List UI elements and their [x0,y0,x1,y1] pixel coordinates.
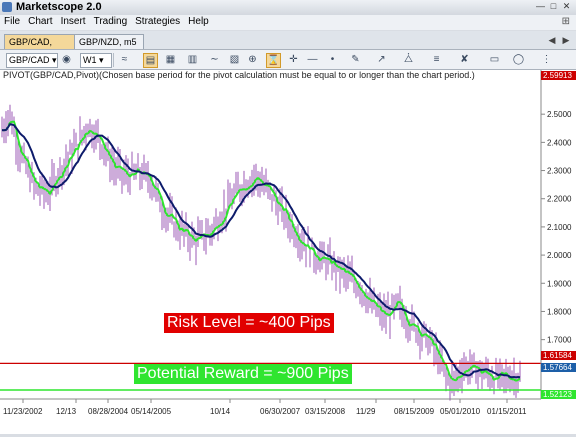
more-icon[interactable]: ⋮ [540,53,553,66]
reward-price-marker: 1.52123 [541,390,576,399]
time-tick-label: 12/13 [56,407,77,416]
current-price-marker: 1.57664 [541,363,576,372]
time-tick-label: 05/01/2010 [440,407,481,416]
time-tick-label: 08/15/2009 [394,407,435,416]
indicator-icon[interactable]: ≈ [118,53,131,66]
template-icon[interactable]: ▥ [186,53,199,66]
menu-trading[interactable]: Trading [90,15,132,27]
pencil-icon[interactable]: ✎ [349,53,362,66]
crosshair-icon[interactable]: ✛ [287,53,300,66]
line-tool-icon[interactable]: ∼ [208,53,221,66]
symbol-value: GBP/CAD [9,55,50,65]
price-tick-label: 1.7000 [547,336,572,345]
time-tick-label: 08/28/2004 [88,407,129,416]
menu-chart[interactable]: Chart [24,15,56,27]
fibonacci-icon[interactable]: ≡ [430,53,443,66]
chart-tab-bar: GBP/CAD, W1✕ GBP/NZD, m5 ◀ ▶ [0,31,576,61]
pivot-indicator-text: PIVOT(GBP/CAD,Pivot)(Chosen base period … [3,70,475,80]
risk-level-annotation: Risk Level = ~400 Pips [164,313,334,333]
price-tick-label: 2.1000 [547,223,572,232]
time-tick-label: 05/14/2005 [131,407,172,416]
symbol-select[interactable]: GBP/CAD ▾ [6,53,58,68]
minimize-icon[interactable]: — [535,1,546,12]
menu-insert[interactable]: Insert [57,15,90,27]
tab-scroll-right-icon[interactable]: ▶ [560,35,572,47]
time-tick-label: 11/23/2002 [3,407,43,416]
tab-gbp-nzd[interactable]: GBP/NZD, m5 [74,34,144,49]
cross-tool-icon[interactable]: ✘ [458,53,471,66]
chart-type-icon[interactable]: ◉ [60,53,73,66]
arrow-icon[interactable]: ↗ [375,53,388,66]
close-icon[interactable]: ✕ [561,1,572,12]
app-icon [2,2,12,12]
channel-icon[interactable]: ⧊ [402,53,415,66]
bar-chart-icon[interactable]: ▦ [164,53,177,66]
time-tick-label: 11/29 [356,407,376,416]
zoom-icon[interactable]: ⊕ [246,53,259,66]
price-tick-label: 2.0000 [547,251,572,260]
chart-toolbar: GBP/CAD ▾ ◉ W1 ▾ ≈ ▤ ▦ ▥ ∼ ▧ ⊕ ⌛ ✛ — • ✎… [0,50,576,70]
potential-reward-annotation: Potential Reward = ~900 Pips [134,364,352,384]
time-tick-label: 06/30/2007 [260,407,301,416]
price-tick-label: 1.8000 [547,307,572,316]
order-icon[interactable]: ▧ [228,53,241,66]
fast-moving-average-line [1,120,521,382]
menu-file[interactable]: File [0,15,24,27]
menu-bar: File Chart Insert Trading Strategies Help ⊞ [0,15,576,30]
period-select[interactable]: W1 ▾ [80,53,112,68]
slow-moving-average-line [1,123,521,379]
hand-icon[interactable]: ⌛ [266,53,281,68]
maximize-icon[interactable]: □ [548,1,559,12]
tab-label: GBP/NZD, m5 [79,37,137,47]
horizontal-line-icon[interactable]: — [306,53,319,66]
period-list-icon[interactable]: ▤ [143,53,158,68]
time-tick-label: 10/14 [210,407,231,416]
price-tick-label: 2.2000 [547,195,572,204]
title-bar: Marketscope 2.0 — □ ✕ [0,0,576,16]
time-tick-label: 01/15/2011 [487,407,527,416]
price-tick-label: 2.4000 [547,138,572,147]
price-tick-label: 1.9000 [547,279,572,288]
menu-help[interactable]: Help [184,15,213,27]
rectangle-tool-icon[interactable]: ▭ [488,53,501,66]
risk-price-marker: 1.61584 [541,351,576,360]
price-tick-label: 2.5000 [547,110,572,119]
tab-gbp-cad[interactable]: GBP/CAD, W1✕ [4,34,78,61]
text-icon[interactable]: • [326,53,339,66]
menu-pin-icon[interactable]: ⊞ [562,16,570,27]
tab-scroll-left-icon[interactable]: ◀ [546,35,558,47]
price-axis-top-label: 2.59913 [541,71,576,80]
app-title: Marketscope 2.0 [16,1,102,13]
ellipse-icon[interactable]: ◯ [512,53,525,66]
period-value: W1 [83,55,97,65]
price-tick-label: 2.3000 [547,167,572,176]
menu-strategies[interactable]: Strategies [131,15,184,27]
time-tick-label: 03/15/2008 [305,407,346,416]
